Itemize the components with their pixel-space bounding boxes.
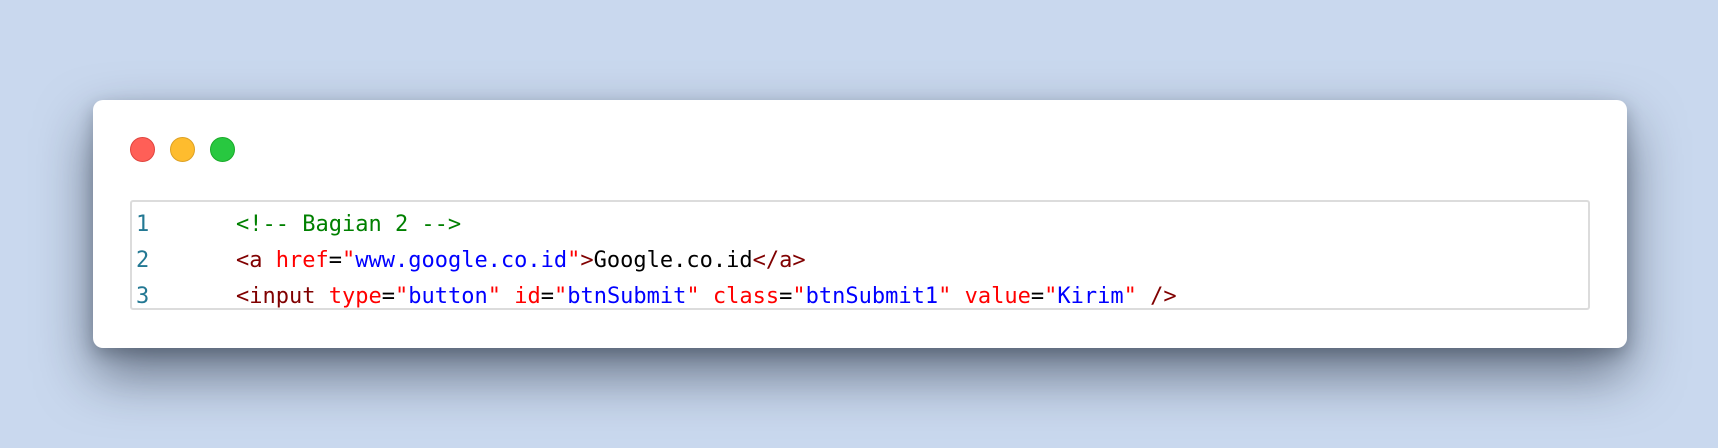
code-token-txt: = [779,284,793,309]
code-token-val: www.google.co.id [355,248,568,273]
code-token-txt: = [1030,284,1045,309]
code-token-tag: /> [1150,284,1177,309]
code-token-attr: " [553,284,568,309]
code-token-attr: " [567,248,581,273]
code-token-val: btnSubmit1 [805,284,939,309]
code-token-tag: <input [236,284,316,309]
code-line: 2 <a href="www.google.co.id">Google.co.i… [132,243,1588,279]
line-number: 2 [136,248,150,273]
code-token-txt: = [328,248,342,273]
line-number: 3 [136,284,150,309]
close-window-button[interactable] [130,137,155,162]
code-token-attr: class [712,284,780,309]
code-token-attr: type [328,284,382,309]
code-token-attr: " [341,248,356,273]
code-token-attr: " [1044,284,1058,309]
code-window: 1 <!-- Bagian 2 --> 2 <a href="www.googl… [93,100,1627,348]
code-token-val: button [408,284,488,309]
code-token-comment: <!-- Bagian 2 --> [236,212,462,237]
code-token-attr: " [394,284,409,309]
code-token-txt: = [540,284,554,309]
code-token-attr: " [938,284,952,309]
code-line: 1 <!-- Bagian 2 --> [132,207,1588,243]
code-token-tag: > [580,248,594,273]
code-block[interactable]: 1 <!-- Bagian 2 --> 2 <a href="www.googl… [130,200,1590,310]
code-token-val: btnSubmit [567,284,687,309]
maximize-window-button[interactable] [210,137,235,162]
code-token-tag: <a [236,248,263,273]
code-token-attr: " [1123,284,1137,309]
code-token-txt: = [381,284,395,309]
code-token-attr: href [275,248,329,273]
code-token-attr: " [792,284,806,309]
minimize-window-button[interactable] [170,137,195,162]
code-token-tag: </a> [752,248,806,273]
code-token-attr: value [964,284,1031,309]
window-controls [130,137,235,162]
code-token-attr: " [487,284,501,309]
code-token-attr: id [514,284,541,309]
code-token-attr: " [686,284,700,309]
code-token-val: Kirim [1057,284,1124,309]
line-code: <a href="www.google.co.id">Google.co.id<… [236,243,806,279]
line-code: <input type="button" id="btnSubmit" clas… [236,279,1177,315]
line-number: 1 [136,212,150,237]
code-token-txt: Google.co.id [593,248,753,273]
code-line: 3 <input type="button" id="btnSubmit" cl… [132,279,1588,315]
line-code: <!-- Bagian 2 --> [236,207,461,243]
